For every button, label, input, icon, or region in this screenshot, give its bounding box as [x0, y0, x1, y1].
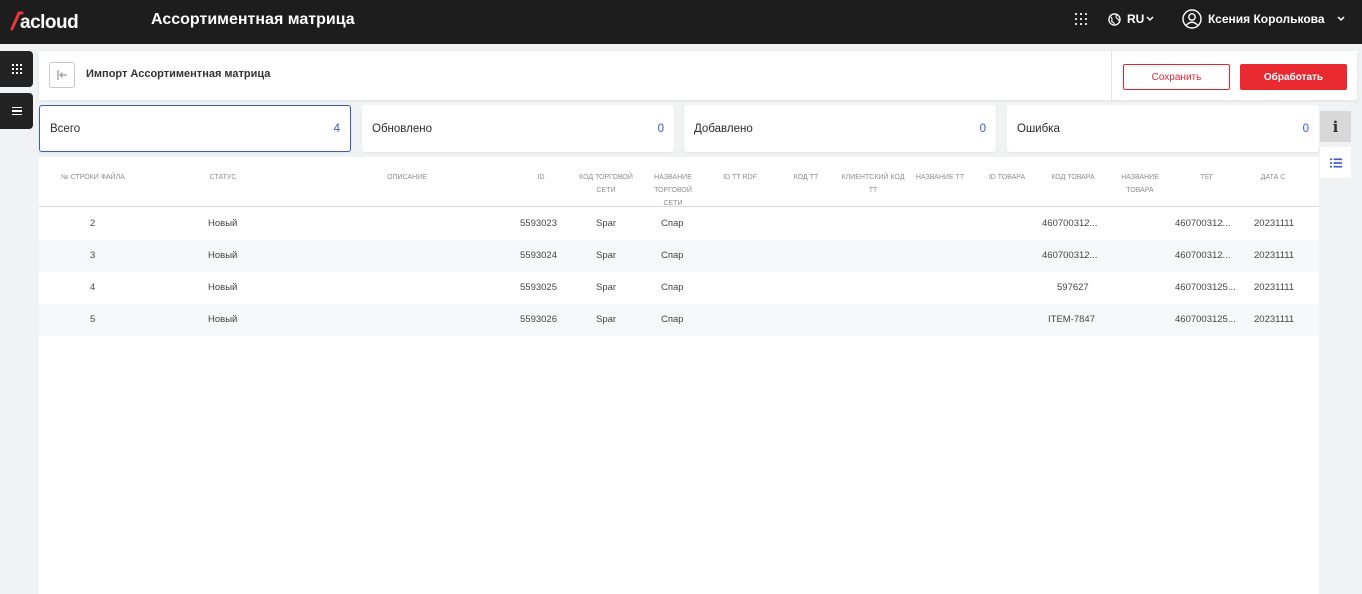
cell-status: Новый — [208, 314, 238, 325]
language-label: RU — [1127, 12, 1145, 26]
page-header: Импорт Ассортиментная матрица Сохранить … — [39, 51, 1357, 100]
cell-status: Новый — [208, 282, 238, 293]
globe-icon — [1108, 12, 1121, 26]
stat-label: Обновлено — [372, 122, 432, 135]
column-header[interactable]: Название товара — [1109, 171, 1171, 197]
cell-product-code: 460700312... — [1042, 218, 1098, 229]
column-header[interactable]: Название торговой сети — [647, 171, 699, 210]
cell-date-from: 20231111 — [1254, 282, 1295, 293]
stat-card-added[interactable]: Добавлено 0 — [684, 105, 996, 152]
save-button[interactable]: Сохранить — [1123, 64, 1230, 90]
cell-id: 5593023 — [520, 218, 557, 229]
cell-id: 5593026 — [520, 314, 557, 325]
column-header[interactable]: Дата с — [1249, 171, 1297, 184]
info-button[interactable]: i — [1320, 111, 1351, 142]
grid-icon — [11, 64, 22, 74]
cell-status: Новый — [208, 250, 238, 261]
column-header[interactable]: ID товара — [979, 171, 1035, 184]
stat-card-error[interactable]: Ошибка 0 — [1007, 105, 1319, 152]
app-title: Ассортиментная матрица — [151, 11, 355, 28]
chevron-down-icon — [1337, 16, 1345, 22]
column-header[interactable]: № строки файла — [55, 171, 131, 184]
stat-label: Добавлено — [694, 122, 753, 135]
stat-card-updated[interactable]: Обновлено 0 — [362, 105, 674, 152]
cell-tag: 4607003125... — [1175, 282, 1236, 293]
list-icon — [1329, 158, 1342, 167]
import-table: № строки файла Статус Описание ID Код то… — [39, 157, 1319, 594]
cell-tag: 4607003125... — [1175, 314, 1236, 325]
stat-value: 4 — [333, 122, 340, 135]
column-header[interactable]: ID — [527, 171, 555, 184]
top-bar: acloud Ассортиментная матрица RU Ксения … — [0, 0, 1362, 44]
collapse-left-icon — [57, 70, 67, 80]
user-name: Ксения Королькова — [1208, 12, 1325, 26]
column-header[interactable]: Статус — [189, 171, 257, 184]
cell-line: 4 — [90, 282, 96, 293]
svg-text:acloud: acloud — [20, 12, 78, 33]
cell-line: 3 — [90, 250, 96, 261]
cell-chain-code: Spar — [596, 250, 617, 261]
menu-rail-button[interactable] — [0, 93, 33, 129]
cell-product-code: ITEM-7847 — [1048, 314, 1095, 325]
cell-product-code: 460700312... — [1042, 250, 1098, 261]
cell-chain-name: Спар — [661, 250, 684, 261]
column-header[interactable]: Код товара — [1041, 171, 1105, 184]
cell-chain-code: Spar — [596, 282, 617, 293]
table-header: № строки файла Статус Описание ID Код то… — [39, 157, 1319, 207]
logo-graphic: acloud — [10, 11, 79, 33]
apps-rail-button[interactable] — [0, 51, 33, 87]
cell-id: 5593024 — [520, 250, 557, 261]
acloud-logo[interactable]: acloud — [10, 8, 102, 34]
stat-label: Всего — [50, 122, 81, 135]
info-icon: i — [1332, 117, 1339, 136]
cell-chain-name: Спар — [661, 314, 684, 325]
chevron-down-icon — [1146, 16, 1154, 22]
cell-status: Новый — [208, 218, 238, 229]
apps-grid-icon[interactable] — [1075, 13, 1089, 27]
cell-chain-name: Спар — [661, 282, 684, 293]
table-row[interactable]: 2 Новый 5593023 Spar Спар 460700312... 4… — [39, 208, 1319, 240]
column-header[interactable]: Клиентский код ТТ — [839, 171, 907, 197]
table-row[interactable]: 4 Новый 5593025 Spar Спар 597627 4607003… — [39, 272, 1319, 304]
cell-line: 2 — [90, 218, 96, 229]
cell-id: 5593025 — [520, 282, 557, 293]
process-button[interactable]: Обработать — [1240, 64, 1347, 90]
cell-date-from: 20231111 — [1254, 250, 1295, 261]
column-header[interactable]: Описание — [369, 171, 445, 184]
column-header[interactable]: Тег — [1187, 171, 1227, 184]
collapse-button[interactable] — [49, 62, 75, 88]
user-circle-icon — [1182, 9, 1202, 29]
header-divider — [1111, 51, 1112, 100]
column-header[interactable]: Код торговой сети — [571, 171, 641, 197]
burger-icon — [11, 106, 22, 116]
cell-date-from: 20231111 — [1254, 218, 1295, 229]
cell-tag: 460700312... — [1175, 250, 1231, 261]
cell-date-from: 20231111 — [1254, 314, 1295, 325]
cell-chain-name: Спар — [661, 218, 684, 229]
table-row[interactable]: 3 Новый 5593024 Spar Спар 460700312... 4… — [39, 240, 1319, 272]
cell-chain-code: Spar — [596, 314, 617, 325]
column-header[interactable]: ID ТТ RDF — [715, 171, 765, 184]
table-row[interactable]: 5 Новый 5593026 Spar Спар ITEM-7847 4607… — [39, 304, 1319, 336]
language-selector[interactable]: RU — [1108, 12, 1154, 26]
user-menu[interactable]: Ксения Королькова — [1182, 9, 1345, 29]
stat-value: 0 — [979, 122, 986, 135]
cell-tag: 460700312... — [1175, 218, 1231, 229]
cell-product-code: 597627 — [1057, 282, 1089, 293]
column-header[interactable]: Название ТТ — [907, 171, 973, 184]
stat-label: Ошибка — [1017, 122, 1060, 135]
column-header[interactable]: Код ТТ — [784, 171, 828, 184]
cell-line: 5 — [90, 314, 96, 325]
cell-chain-code: Spar — [596, 218, 617, 229]
list-button[interactable] — [1320, 147, 1351, 178]
stat-card-total[interactable]: Всего 4 — [39, 105, 351, 152]
page-title: Импорт Ассортиментная матрица — [86, 68, 271, 80]
stat-value: 0 — [1302, 122, 1309, 135]
stat-value: 0 — [657, 122, 664, 135]
